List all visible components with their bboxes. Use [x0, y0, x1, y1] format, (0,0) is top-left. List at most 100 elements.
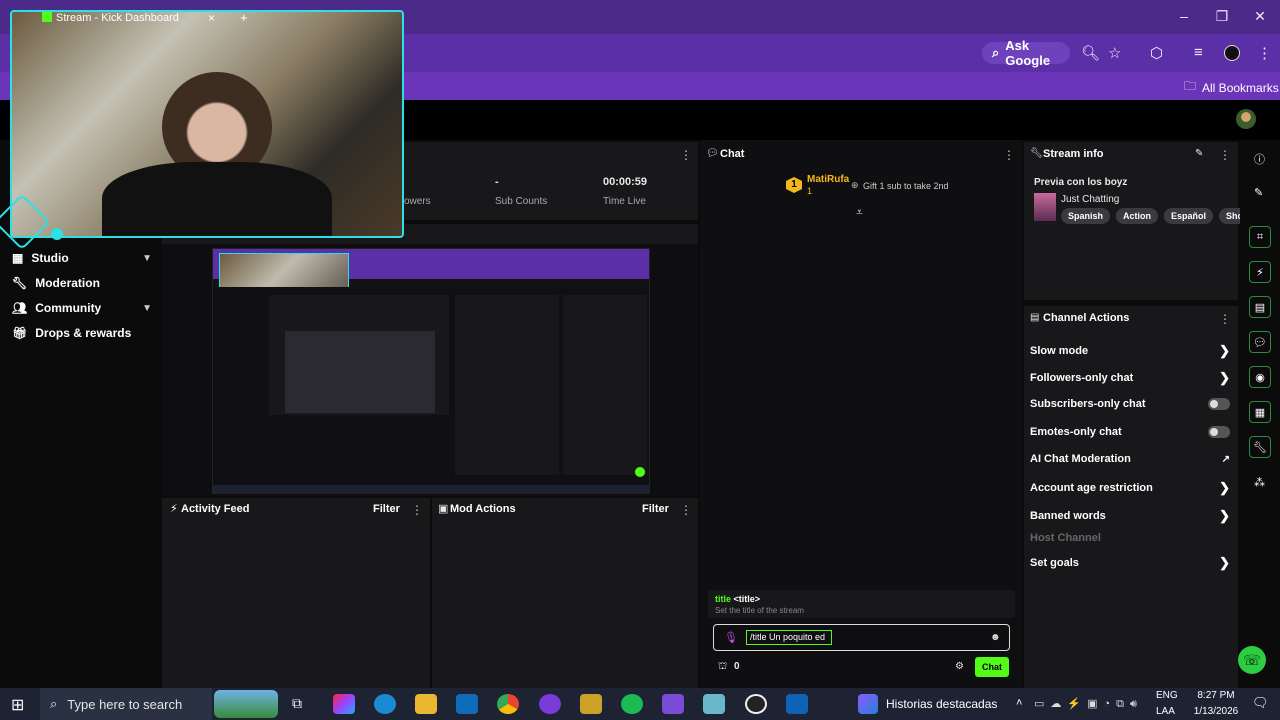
channel-actions-panel [1024, 306, 1238, 688]
task-view-icon[interactable]: ⧉ [292, 695, 302, 712]
channel-points-icon[interactable]: ⛫ [718, 661, 727, 674]
app-icon[interactable] [580, 694, 602, 714]
activity-feed-menu-icon[interactable]: ⋮ [411, 503, 423, 517]
channel-actions-menu-icon[interactable]: ⋮ [1219, 312, 1231, 326]
outlook-icon[interactable] [456, 694, 478, 714]
chrome-icon[interactable] [497, 694, 519, 714]
zoom-icon[interactable]: 🔍︎ [1081, 44, 1100, 62]
stats-menu-icon[interactable]: ⋮ [680, 148, 692, 162]
sub-counts-value: - [495, 176, 499, 188]
send-chat-button[interactable]: Chat [975, 657, 1009, 677]
studio-icon: ▦ [12, 251, 24, 265]
spotify-icon[interactable] [621, 694, 643, 714]
edit-icon[interactable]: ✎ [1254, 186, 1263, 199]
media-queue-icon[interactable]: ≡ [1194, 44, 1203, 61]
notifications-icon[interactable]: 🗨︎ [1252, 695, 1269, 711]
user-avatar[interactable] [1236, 109, 1256, 129]
info-icon[interactable]: ⓘ [1254, 151, 1265, 167]
chat-input[interactable]: /title Un poquito ed [746, 630, 832, 645]
app-icon[interactable] [703, 694, 725, 714]
restore-button[interactable]: ❐ [1202, 8, 1242, 25]
list-icon[interactable]: ▤ [1249, 296, 1271, 318]
chevron-right-icon: ❯ [1219, 343, 1230, 358]
app-icon[interactable] [662, 694, 684, 714]
all-bookmarks-button[interactable]: 🗀 All Bookmarks [1184, 77, 1279, 98]
mod-actions-filter-button[interactable]: Filter [642, 503, 669, 515]
new-tab-button[interactable]: + [240, 10, 248, 25]
pinned-label[interactable]: Historias destacadas [886, 697, 997, 711]
microphone-icon[interactable]: 🎙︎ [724, 631, 738, 644]
emotes-only-row: Emotes-only chat [1030, 426, 1230, 438]
sidebar-item-label: Studio [31, 251, 69, 265]
top-gifter-name[interactable]: MatiRufa [807, 174, 849, 185]
chevron-up-icon[interactable]: ˄ [1016, 697, 1022, 709]
account-age-row[interactable]: Account age restriction ❯ [1030, 480, 1230, 496]
ask-google-label: Ask Google [1005, 38, 1051, 68]
activity-feed-filter-button[interactable]: Filter [373, 503, 400, 515]
followers-only-row[interactable]: Followers-only chat ❯ [1030, 370, 1230, 386]
extensions-icon[interactable]: ⬡ [1150, 44, 1163, 62]
chat-icon[interactable]: 💬︎ [1249, 331, 1271, 353]
edge-icon[interactable] [374, 694, 396, 714]
broadcast-icon[interactable]: ◉ [1249, 366, 1271, 388]
scan-icon[interactable]: ⌗ [1249, 226, 1271, 248]
app-icon[interactable] [539, 694, 561, 714]
stream-title: Previa con los boyz [1034, 177, 1128, 188]
sidebar-item-studio[interactable]: ▦ Studio ▼ [12, 251, 152, 265]
folder-icon: 🗀 [1184, 79, 1197, 93]
mod-actions-menu-icon[interactable]: ⋮ [680, 503, 692, 517]
support-headset-icon[interactable]: ☏ [1238, 646, 1266, 674]
sub-counts-label: Sub Counts [495, 196, 548, 207]
chat-menu-icon[interactable]: ⋮ [1003, 148, 1015, 162]
stream-preview[interactable] [212, 248, 650, 494]
clock-date[interactable]: 1/13/2026 [1188, 706, 1244, 717]
clock-time[interactable]: 8:27 PM [1192, 690, 1240, 701]
wrench-icon[interactable]: 🔧︎ [1249, 436, 1271, 458]
emote-picker-icon[interactable]: ☻ [990, 632, 1001, 643]
obs-icon[interactable] [745, 694, 767, 714]
subscribers-only-toggle[interactable] [1208, 398, 1230, 410]
profile-avatar-icon[interactable] [1224, 45, 1240, 61]
news-widget-icon[interactable] [214, 690, 278, 718]
lang-bottom[interactable]: LAA [1156, 706, 1175, 717]
taskbar-search[interactable]: ⌕ Type here to search [40, 688, 212, 720]
stories-icon[interactable] [858, 694, 878, 714]
slow-mode-row[interactable]: Slow mode ❯ [1030, 343, 1230, 359]
bookmark-star-icon[interactable]: ☆ [1108, 44, 1121, 62]
set-goals-row[interactable]: Set goals ❯ [1030, 555, 1230, 571]
tab-title[interactable]: Stream - Kick Dashboard [56, 12, 179, 24]
minimize-button[interactable]: – [1164, 8, 1204, 24]
browser-menu-icon[interactable]: ⋮ [1257, 44, 1272, 62]
sidebar-item-moderation[interactable]: 🔧︎ Moderation [12, 276, 152, 290]
expand-leaderboard-icon[interactable]: ⩡ [856, 205, 863, 220]
stream-info-menu-icon[interactable]: ⋮ [1219, 148, 1231, 162]
file-explorer-icon[interactable] [415, 694, 437, 714]
command-description: Set the title of the stream [715, 606, 804, 615]
ai-moderation-row[interactable]: AI Chat Moderation ↗ [1030, 453, 1230, 465]
lang-top[interactable]: ENG [1156, 690, 1178, 701]
app-icon[interactable] [786, 694, 808, 714]
close-window-button[interactable]: ✕ [1240, 8, 1280, 25]
chevron-right-icon: ❯ [1219, 370, 1230, 385]
copilot-icon[interactable] [333, 694, 355, 714]
sidebar-item-label: Drops & rewards [35, 326, 132, 340]
edit-pencil-icon[interactable]: ✎ [1195, 148, 1203, 159]
gift-icon: 🎁︎ [12, 326, 28, 340]
emotes-only-toggle[interactable] [1208, 426, 1230, 438]
nodes-icon[interactable]: ⁂ [1254, 476, 1265, 489]
gift-icon: ⊕ [851, 180, 859, 190]
banned-words-row[interactable]: Banned words ❯ [1030, 508, 1230, 524]
ask-google-button[interactable]: ⌕ Ask Google [982, 38, 1070, 68]
sidebar-item-drops[interactable]: 🎁︎ Drops & rewards [12, 326, 152, 340]
bolt-icon[interactable]: ⚡︎ [1249, 261, 1271, 283]
chat-title: Chat [720, 148, 745, 160]
host-channel-row: Host Channel [1030, 532, 1230, 544]
sidebar-item-community[interactable]: 👥︎ Community ▼ [12, 301, 152, 315]
tray-icons[interactable]: ▭☁⚡▣◔⧉🔊︎ [1034, 697, 1143, 711]
chat-settings-icon[interactable]: ⚙︎ [955, 661, 964, 672]
activity-feed-title: Activity Feed [181, 503, 250, 515]
chevron-right-icon: ❯ [1219, 480, 1230, 495]
layout-icon[interactable]: ▦ [1249, 401, 1271, 423]
tab-close-icon[interactable]: × [208, 11, 215, 25]
windows-start-icon[interactable]: ⊞ [11, 695, 24, 715]
